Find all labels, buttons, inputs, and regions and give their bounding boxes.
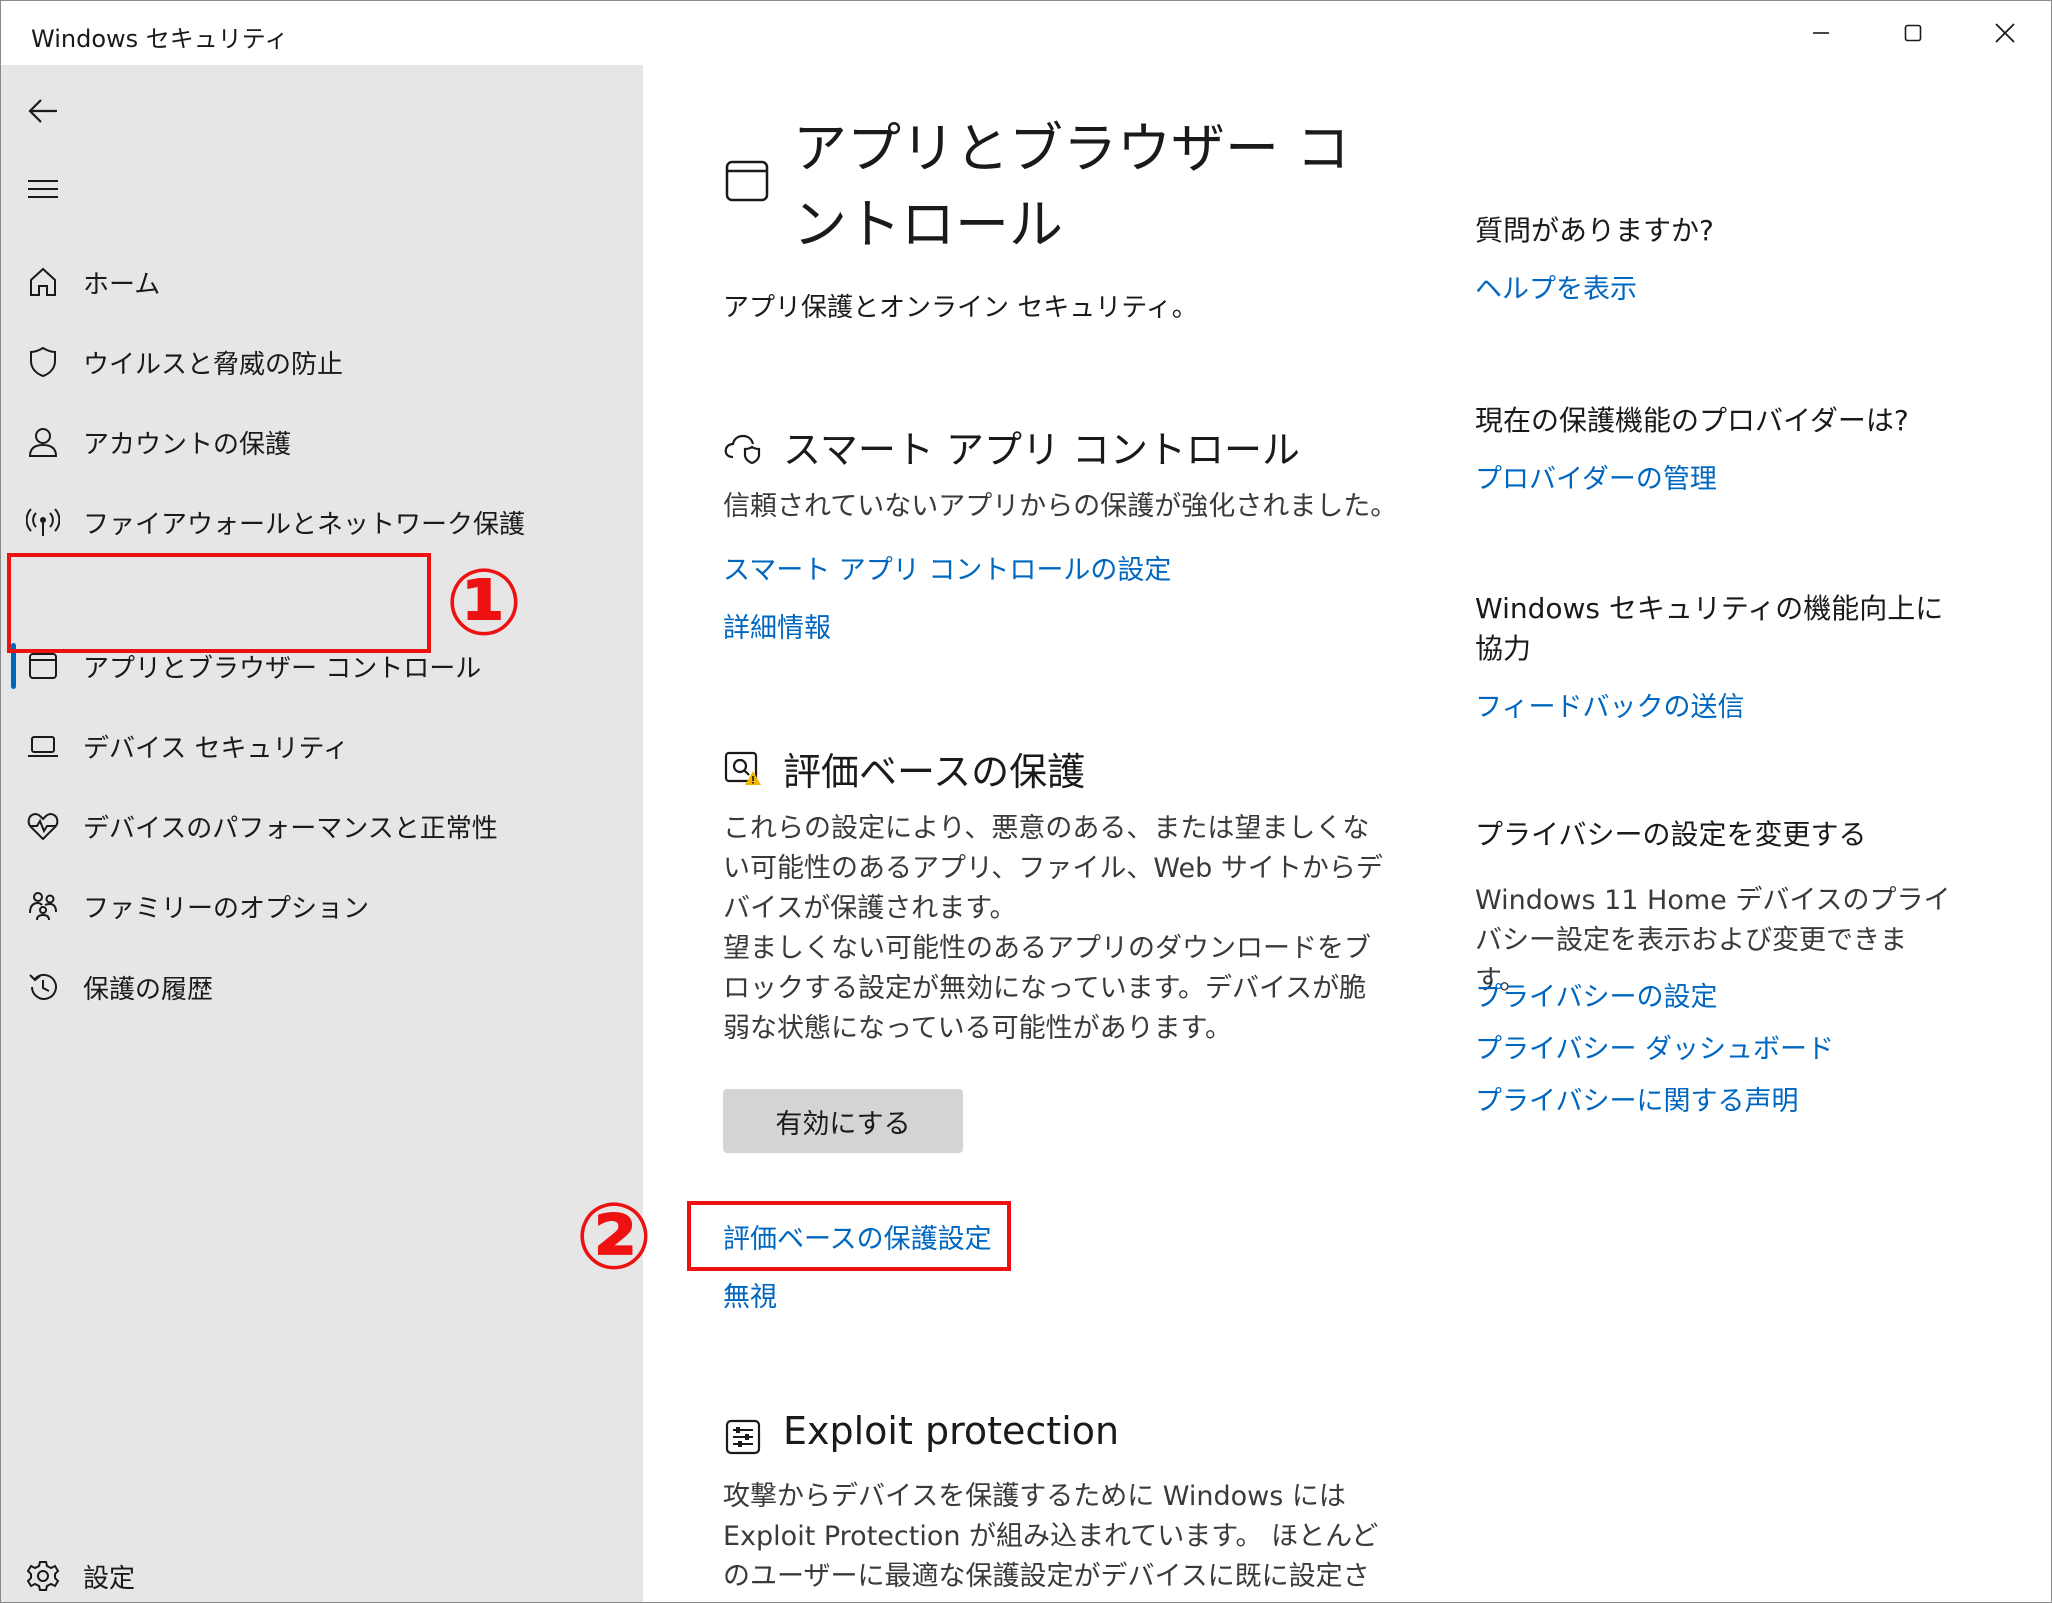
laptop-icon: [23, 726, 63, 766]
sidebar-item-label: デバイスのパフォーマンスと正常性: [83, 813, 498, 844]
family-icon: [23, 886, 63, 926]
maximize-button[interactable]: [1867, 1, 1959, 65]
privacy-dashboard-link[interactable]: プライバシー ダッシュボード: [1475, 1027, 1834, 1066]
warning-description: 望ましくない可能性のあるアプリのダウンロードをブロックする設定が無効になっていま…: [723, 933, 1371, 1044]
send-feedback-link[interactable]: フィードバックの送信: [1475, 685, 1744, 724]
sidebar-item-protection-history[interactable]: 保護の履歴: [1, 952, 643, 1022]
manage-providers-link[interactable]: プロバイダーの管理: [1475, 457, 1717, 496]
section-title: 評価ベースの保護: [783, 750, 1086, 794]
app-window: Windows セキュリティ ホーム ウイルスと脅威の防止 アカウントの保護 フ…: [0, 0, 2052, 1603]
maximize-icon: [1904, 24, 1922, 42]
ignore-link[interactable]: 無視: [723, 1275, 777, 1314]
privacy-heading: プライバシーの設定を変更する: [1475, 818, 1867, 851]
section-description: 信頼されていないアプリからの保護が強化されました。: [723, 491, 1398, 522]
reputation-warning-icon: [723, 749, 763, 789]
sidebar-item-label: ファミリーのオプション: [83, 893, 370, 924]
cloud-shield-icon: [723, 427, 763, 467]
show-help-link[interactable]: ヘルプを表示: [1475, 267, 1637, 306]
help-heading: 質問がありますか?: [1475, 214, 1714, 247]
menu-button[interactable]: [19, 165, 67, 213]
heart-pulse-icon: [23, 806, 63, 846]
home-icon: [23, 262, 63, 302]
sidebar-item-label: 保護の履歴: [83, 974, 214, 1005]
back-arrow-icon: [28, 99, 57, 123]
section-description: 攻撃からデバイスを保護するために Windows には Exploit Prot…: [723, 1481, 1379, 1602]
provider-heading: 現在の保護機能のプロバイダーは?: [1475, 404, 1909, 437]
sidebar-item-family-options[interactable]: ファミリーのオプション: [1, 871, 643, 941]
sidebar-item-label: アカウントの保護: [83, 429, 292, 460]
minimize-icon: [1813, 32, 1829, 34]
shield-icon: [23, 342, 63, 382]
reputation-protection-settings-link[interactable]: 評価ベースの保護設定: [723, 1217, 992, 1256]
section-title: Exploit protection: [783, 1409, 1120, 1453]
section-title: スマート アプリ コントロール: [783, 428, 1301, 472]
sidebar-item-firewall[interactable]: ファイアウォールとネットワーク保護: [1, 487, 643, 557]
privacy-settings-link[interactable]: プライバシーの設定: [1475, 975, 1717, 1014]
gear-icon: [23, 1556, 63, 1596]
sidebar-item-virus-protection[interactable]: ウイルスと脅威の防止: [1, 327, 643, 397]
sidebar-item-label: ホーム: [83, 269, 161, 300]
sidebar-item-device-security[interactable]: デバイス セキュリティ: [1, 711, 643, 781]
enable-button[interactable]: 有効にする: [723, 1089, 963, 1153]
sidebar-item-label: アプリとブラウザー コントロール: [83, 653, 482, 684]
page-title: アプリとブラウザー コントロール: [793, 117, 1351, 256]
annotation-box-1: [7, 553, 431, 653]
back-button[interactable]: [19, 87, 67, 135]
sidebar-item-label: ファイアウォールとネットワーク保護: [83, 509, 526, 540]
main-content: アプリとブラウザー コントロール アプリ保護とオンライン セキュリティ。 スマー…: [643, 65, 2051, 1602]
app-window-icon: [723, 157, 771, 209]
sidebar-item-label: デバイス セキュリティ: [83, 733, 349, 764]
sidebar-item-label: 設定: [83, 1563, 136, 1594]
sidebar-item-label: ウイルスと脅威の防止: [83, 349, 344, 380]
details-link[interactable]: 詳細情報: [723, 606, 831, 645]
sidebar-item-account-protection[interactable]: アカウントの保護: [1, 407, 643, 477]
annotation-badge-2: ②: [575, 1183, 653, 1290]
feedback-heading: Windows セキュリティの機能向上に協力: [1475, 592, 1944, 665]
annotation-badge-1: ①: [445, 549, 523, 656]
app-title: Windows セキュリティ: [31, 25, 289, 53]
history-icon: [23, 967, 63, 1007]
minimize-button[interactable]: [1775, 1, 1867, 65]
smart-app-control-settings-link[interactable]: スマート アプリ コントロールの設定: [723, 548, 1171, 587]
page-subtitle: アプリ保護とオンライン セキュリティ。: [723, 293, 1198, 323]
close-icon: [1995, 23, 2015, 43]
sidebar-item-home[interactable]: ホーム: [1, 247, 643, 317]
person-icon: [23, 422, 63, 462]
sidebar-item-device-performance[interactable]: デバイスのパフォーマンスと正常性: [1, 791, 643, 861]
sidebar-item-settings[interactable]: 設定: [1, 1541, 643, 1602]
title-bar: Windows セキュリティ: [1, 1, 2051, 65]
hamburger-icon: [28, 180, 58, 198]
section-description: これらの設定により、悪意のある、または望ましくない可能性のあるアプリ、ファイル、…: [723, 813, 1383, 924]
close-button[interactable]: [1959, 1, 2051, 65]
privacy-statement-link[interactable]: プライバシーに関する声明: [1475, 1079, 1798, 1118]
sidebar: ホーム ウイルスと脅威の防止 アカウントの保護 ファイアウォールとネットワーク保…: [1, 65, 643, 1602]
antenna-icon: [23, 502, 63, 542]
exploit-protection-icon: [723, 1417, 763, 1457]
